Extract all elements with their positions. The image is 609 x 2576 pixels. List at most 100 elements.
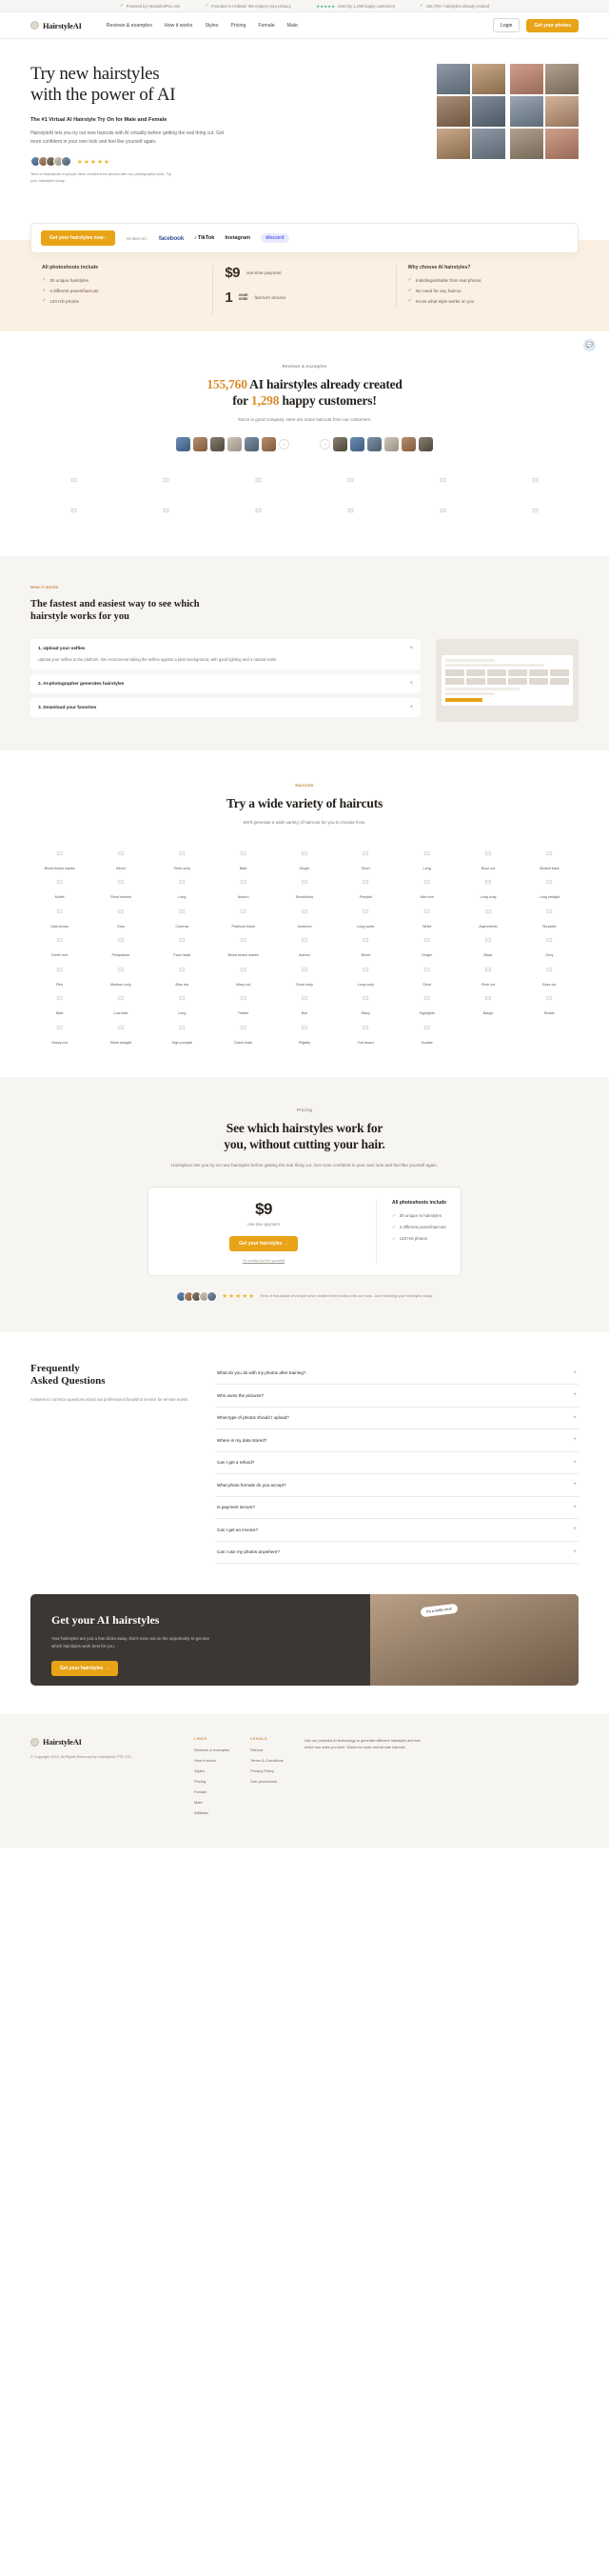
haircut-item[interactable]: 🖾 Undercut: [275, 904, 333, 929]
nav-item-female[interactable]: Female: [258, 23, 274, 29]
haircut-item[interactable]: 🖾 Long: [153, 874, 211, 899]
haircut-item[interactable]: 🖾 Long straight: [521, 874, 579, 899]
carousel-next-button[interactable]: ›: [320, 438, 330, 449]
footer-link[interactable]: Female: [194, 1789, 229, 1794]
step-item[interactable]: 3. Download your favorites +: [30, 698, 421, 718]
faq-item[interactable]: Can I get a refund? +: [215, 1452, 579, 1475]
footer-legal-link[interactable]: Privacy Policy: [250, 1768, 284, 1773]
haircut-item[interactable]: 🖾 Blond: [337, 932, 395, 957]
haircut-item[interactable]: 🖾 Bald: [30, 990, 88, 1015]
haircut-item[interactable]: 🖾 Ginger: [398, 932, 456, 957]
step-item[interactable]: 1. Upload your selfies × Upload your sel…: [30, 639, 421, 670]
plus-icon[interactable]: +: [573, 1369, 577, 1377]
get-your-photos-button[interactable]: Get your photos: [526, 18, 579, 32]
haircut-item[interactable]: 🖾 Dark brows: [30, 904, 88, 929]
haircut-item[interactable]: 🖾 Comb over: [30, 932, 88, 957]
haircut-item[interactable]: 🖾 Long curly: [459, 874, 517, 899]
get-hairstyles-now-button[interactable]: Get your hairstyles now ›: [41, 230, 115, 246]
haircut-item[interactable]: 🖾 Buzz cut: [459, 846, 517, 870]
haircut-item[interactable]: 🖾 Short: [398, 962, 456, 987]
haircut-item[interactable]: 🖾 Auburn: [275, 932, 333, 957]
haircut-item[interactable]: 🖾 Highlights: [398, 990, 456, 1015]
pricing-secondary-link[interactable]: Or create tool for yourself: [163, 1258, 364, 1263]
haircut-item[interactable]: 🖾 Platinum blond: [214, 904, 272, 929]
haircut-item[interactable]: 🖾 Ginger: [275, 846, 333, 870]
haircut-item[interactable]: 🖾 Goatee: [398, 1020, 456, 1045]
haircut-item[interactable]: 🖾 Ponytail: [337, 874, 395, 899]
nav-item-pricing[interactable]: Pricing: [230, 23, 246, 29]
haircut-item[interactable]: 🖾 White: [398, 904, 456, 929]
faq-item[interactable]: Can I use my photos anywhere? +: [215, 1542, 579, 1565]
nav-item-reviews[interactable]: Reviews & examples: [107, 23, 152, 29]
haircut-item[interactable]: 🖾 Pompadour: [91, 932, 149, 957]
footer-link[interactable]: Reviews & examples: [194, 1747, 229, 1752]
carousel-prev-button[interactable]: ‹: [279, 438, 289, 449]
haircut-item[interactable]: 🖾 Blond beach waves: [30, 846, 88, 870]
faq-item[interactable]: Where is my data stored? +: [215, 1429, 579, 1452]
haircut-item[interactable]: 🖾 Auburn: [214, 874, 272, 899]
plus-icon[interactable]: +: [573, 1459, 577, 1467]
haircut-item[interactable]: 🖾 Short curly: [153, 846, 211, 870]
faq-item[interactable]: Is payment secure? +: [215, 1497, 579, 1520]
haircut-item[interactable]: 🖾 Wavy: [337, 990, 395, 1015]
haircut-item[interactable]: 🖾 Pixie cut: [459, 962, 517, 987]
haircut-item[interactable]: 🖾 Cornrow: [153, 904, 211, 929]
haircut-item[interactable]: 🖾 Short curly: [275, 962, 333, 987]
haircut-item[interactable]: 🖾 Blond: [91, 846, 149, 870]
haircut-item[interactable]: 🖾 Bob: [275, 990, 333, 1015]
close-icon[interactable]: ×: [409, 646, 413, 651]
step-item[interactable]: 2. AI-photographer generates hairstyles …: [30, 674, 421, 694]
haircut-item[interactable]: 🖾 Long curly: [337, 962, 395, 987]
footer-legal-link[interactable]: Terms & Conditions: [250, 1758, 284, 1763]
login-button[interactable]: Login: [493, 18, 521, 32]
pricing-cta-button[interactable]: Get your hairstyles →: [229, 1235, 298, 1251]
plus-icon[interactable]: +: [573, 1437, 577, 1444]
haircut-item[interactable]: 🖾 Grey: [91, 904, 149, 929]
haircut-item[interactable]: 🖾 Parted: [214, 990, 272, 1015]
haircut-item[interactable]: 🖾 Braids: [521, 990, 579, 1015]
haircut-item[interactable]: 🖾 High ponytail: [153, 1020, 211, 1045]
haircut-item[interactable]: 🖾 Buzz cut: [521, 962, 579, 987]
haircut-item[interactable]: 🖾 Grey: [521, 932, 579, 957]
haircut-item[interactable]: 🖾 Short shaved: [91, 874, 149, 899]
haircut-item[interactable]: 🖾 Wavy cut: [214, 962, 272, 987]
plus-icon[interactable]: +: [573, 1548, 577, 1556]
haircut-item[interactable]: 🖾 Medium curly: [91, 962, 149, 987]
haircut-item[interactable]: 🖾 Short: [337, 846, 395, 870]
haircut-item[interactable]: 🖾 Long: [153, 990, 211, 1015]
brand-logo-link[interactable]: HairstyleAI: [30, 21, 82, 30]
haircut-item[interactable]: 🖾 Shoulder: [521, 904, 579, 929]
haircut-item[interactable]: 🖾 Asymmetric: [459, 904, 517, 929]
haircut-item[interactable]: 🖾 Long: [398, 846, 456, 870]
haircut-item[interactable]: 🖾 Faux hawk: [153, 932, 211, 957]
faq-item[interactable]: What do you do with my photos after trai…: [215, 1363, 579, 1386]
chat-icon[interactable]: 💬: [583, 339, 596, 351]
haircut-item[interactable]: 🖾 Pink: [30, 962, 88, 987]
footer-link[interactable]: How it works: [194, 1758, 229, 1763]
haircut-item[interactable]: 🖾 Mullet: [30, 874, 88, 899]
footer-link[interactable]: Male: [194, 1800, 229, 1805]
final-cta-button[interactable]: Get your hairstyles →: [51, 1660, 118, 1676]
plus-icon[interactable]: +: [409, 705, 413, 710]
faq-item[interactable]: What photo formats do you accept? +: [215, 1474, 579, 1497]
haircut-item[interactable]: 🖾 Long surfer: [337, 904, 395, 929]
haircut-item[interactable]: 🖾 Dutch braid: [214, 1020, 272, 1045]
haircut-item[interactable]: 🖾 Blond beach waves: [214, 932, 272, 957]
footer-link[interactable]: Pricing: [194, 1779, 229, 1784]
haircut-item[interactable]: 🖾 Full beard: [337, 1020, 395, 1045]
footer-link[interactable]: Styles: [194, 1768, 229, 1773]
plus-icon[interactable]: +: [573, 1527, 577, 1533]
footer-brand-link[interactable]: HairstyleAI: [30, 1737, 173, 1747]
plus-icon[interactable]: +: [573, 1504, 577, 1511]
haircut-item[interactable]: 🖾 Bangs: [459, 990, 517, 1015]
haircut-item[interactable]: 🖾 Dreadlocks: [275, 874, 333, 899]
haircut-item[interactable]: 🖾 Blue red: [153, 962, 211, 987]
faq-item[interactable]: Who owns the pictures? +: [215, 1385, 579, 1408]
haircut-item[interactable]: 🖾 Low fade: [91, 990, 149, 1015]
plus-icon[interactable]: +: [573, 1414, 577, 1422]
haircut-item[interactable]: 🖾 Bald: [214, 846, 272, 870]
haircut-item[interactable]: 🖾 Man bun: [398, 874, 456, 899]
haircut-item[interactable]: 🖾 Black: [459, 932, 517, 957]
footer-link[interactable]: Affiliates: [194, 1810, 229, 1815]
faq-item[interactable]: What type of photos should I upload? +: [215, 1408, 579, 1430]
